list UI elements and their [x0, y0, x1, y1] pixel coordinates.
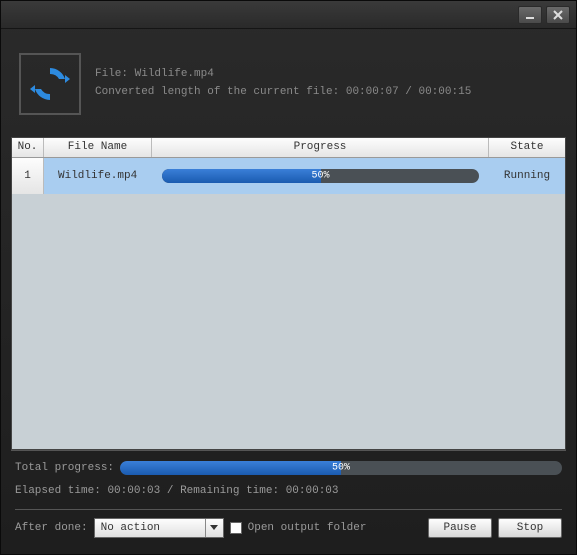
elapsed-value: 00:00:03 [107, 485, 160, 497]
col-state: State [489, 138, 565, 157]
open-folder-label: Open output folder [248, 522, 367, 534]
elapsed-label: Elapsed time: [15, 485, 101, 497]
titlebar [1, 1, 576, 29]
total-label: Total progress: [15, 462, 114, 474]
total-progress-label: 50% [332, 463, 350, 474]
table-body: 1 Wildlife.mp4 50% Running [12, 158, 565, 449]
app-window: File: Wildlife.mp4 Converted length of t… [0, 0, 577, 555]
pause-button[interactable]: Pause [428, 518, 492, 538]
total-progress-row: Total progress: 50% [15, 457, 562, 479]
cell-name: Wildlife.mp4 [44, 158, 152, 194]
after-done-select[interactable]: No action [94, 518, 224, 538]
file-name: Wildlife.mp4 [135, 68, 214, 80]
minimize-button[interactable] [518, 6, 542, 24]
converted-label: Converted length of the current file: [95, 86, 339, 98]
table-row[interactable]: 1 Wildlife.mp4 50% Running [12, 158, 565, 194]
total-progress-fill [120, 461, 341, 475]
table-header: No. File Name Progress State [12, 138, 565, 158]
times-row: Elapsed time: 00:00:03 / Remaining time:… [15, 479, 562, 507]
col-progress: Progress [152, 138, 489, 157]
row-progress-fill [162, 169, 321, 183]
actions-row: After done: No action Open output folder… [15, 518, 562, 544]
after-done-label: After done: [15, 522, 88, 534]
remaining-label: Remaining time: [180, 485, 279, 497]
row-progress-bar: 50% [162, 169, 479, 183]
after-done-value: No action [101, 522, 160, 534]
converted-total: 00:00:15 [418, 86, 471, 98]
total-progress-bar: 50% [120, 461, 562, 475]
file-label: File: [95, 68, 128, 80]
col-name: File Name [44, 138, 152, 157]
row-progress-label: 50% [311, 171, 329, 182]
cell-progress: 50% [152, 158, 489, 194]
converted-elapsed: 00:00:07 [346, 86, 399, 98]
footer: Total progress: 50% Elapsed time: 00:00:… [11, 450, 566, 544]
cell-no: 1 [12, 158, 44, 194]
info-panel: File: Wildlife.mp4 Converted length of t… [11, 39, 566, 137]
cell-state: Running [489, 158, 565, 194]
file-table: No. File Name Progress State 1 Wildlife.… [11, 137, 566, 450]
close-button[interactable] [546, 6, 570, 24]
chevron-down-icon [205, 519, 223, 537]
col-no: No. [12, 138, 44, 157]
open-folder-checkbox[interactable] [230, 522, 242, 534]
divider [15, 509, 562, 510]
info-text: File: Wildlife.mp4 Converted length of t… [95, 66, 471, 101]
remaining-value: 00:00:03 [286, 485, 339, 497]
content-area: File: Wildlife.mp4 Converted length of t… [1, 29, 576, 554]
convert-icon [19, 53, 81, 115]
stop-button[interactable]: Stop [498, 518, 562, 538]
